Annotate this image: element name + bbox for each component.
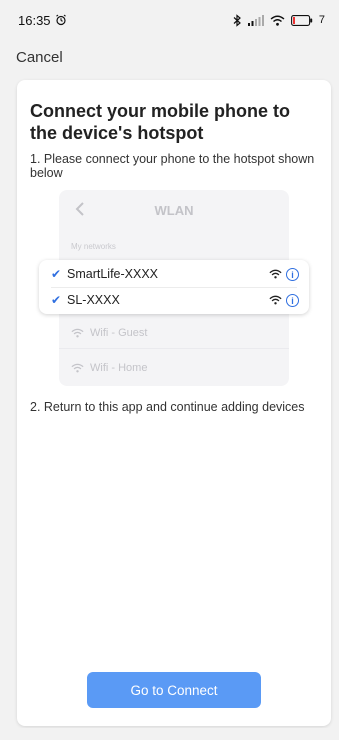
- status-right: 7: [233, 13, 325, 27]
- network-name: Wifi - Guest: [90, 327, 148, 339]
- bluetooth-icon: [233, 13, 241, 27]
- check-icon: ✔: [51, 267, 62, 281]
- list-item: ✔ SL-XXXX i: [39, 287, 309, 313]
- info-icon: i: [286, 267, 299, 281]
- status-left: 16:35: [18, 13, 67, 28]
- faded-network-row: Wifi - Guest: [71, 318, 277, 348]
- list-item: ✔ SmartLife-XXXX i: [39, 261, 309, 287]
- battery-level: 7: [318, 14, 325, 26]
- network-name: SL-XXXX: [67, 293, 120, 307]
- networks-section-label: My networks: [71, 242, 116, 251]
- wifi-icon: [270, 15, 285, 26]
- wifi-icon: [71, 363, 84, 373]
- battery-icon: [290, 14, 313, 26]
- selected-network-list: ✔ SmartLife-XXXX i ✔ SL-XXXX i: [39, 260, 309, 314]
- step-2-text: 2. Return to this app and continue addin…: [30, 400, 305, 414]
- chevron-left-icon: [75, 202, 84, 216]
- cancel-button[interactable]: Cancel: [16, 49, 63, 66]
- wlan-header: WLAN: [59, 190, 289, 230]
- screen: 16:35 7 Cancel Connect your mobile phone…: [0, 0, 339, 740]
- network-name: SmartLife-XXXX: [67, 267, 159, 281]
- wifi-icon: [269, 269, 282, 279]
- network-icons: i: [269, 267, 299, 281]
- alarm-icon: [55, 14, 66, 26]
- instruction-card: Connect your mobile phone to the device'…: [17, 80, 331, 726]
- info-icon: i: [286, 293, 299, 307]
- network-icons: i: [269, 293, 299, 307]
- clock-time: 16:35: [18, 12, 51, 28]
- step-1-text: 1. Please connect your phone to the hots…: [30, 152, 315, 180]
- wifi-icon: [71, 328, 84, 338]
- divider: [59, 348, 289, 349]
- bottom-area: [0, 728, 339, 740]
- status-bar: 16:35 7: [0, 0, 339, 40]
- network-name: Wifi - Home: [90, 362, 148, 374]
- signal-icon: [247, 14, 264, 26]
- check-icon: ✔: [51, 293, 62, 307]
- faded-network-row: Wifi - Home: [71, 353, 277, 383]
- wifi-icon: [269, 295, 282, 305]
- go-to-connect-button[interactable]: Go to Connect: [87, 672, 261, 708]
- wlan-title: WLAN: [154, 202, 194, 218]
- page-title: Connect your mobile phone to the device'…: [30, 101, 290, 143]
